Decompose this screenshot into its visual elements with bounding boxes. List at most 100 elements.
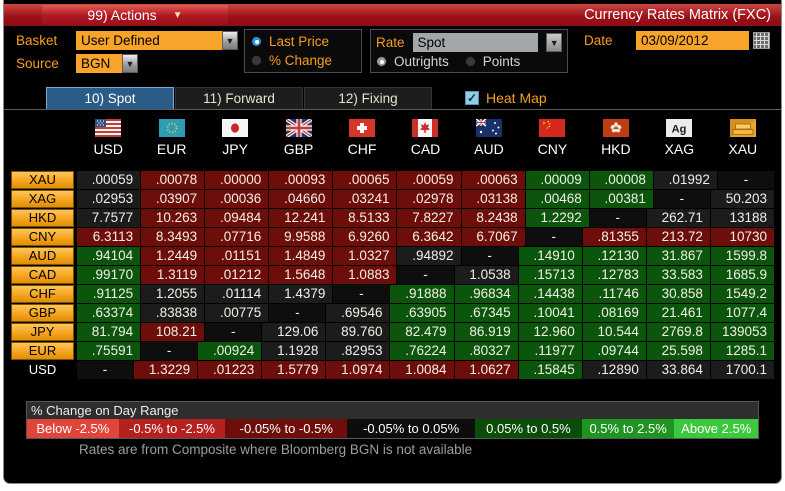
matrix-cell[interactable]: 6.3642 <box>397 228 461 246</box>
matrix-cell[interactable]: .83838 <box>141 304 205 322</box>
matrix-cell[interactable]: .02978 <box>397 190 461 208</box>
matrix-cell[interactable]: .91888 <box>390 285 454 303</box>
matrix-cell[interactable]: .08169 <box>582 304 646 322</box>
row-label-xau[interactable]: XAU <box>11 171 74 189</box>
matrix-cell[interactable]: 10.544 <box>582 323 646 341</box>
matrix-cell[interactable]: .01992 <box>653 171 717 189</box>
matrix-cell[interactable]: .00008 <box>589 171 653 189</box>
matrix-cell[interactable]: .63905 <box>390 304 454 322</box>
row-label-eur[interactable]: EUR <box>11 342 74 360</box>
matrix-cell[interactable]: 1.0627 <box>454 361 518 379</box>
matrix-cell[interactable]: 81.794 <box>77 323 141 341</box>
matrix-cell[interactable]: .09484 <box>205 209 269 227</box>
matrix-cell[interactable]: 1.0974 <box>326 361 390 379</box>
column-header-gbp[interactable]: GBP <box>267 141 329 157</box>
matrix-cell[interactable]: 31.867 <box>646 247 710 265</box>
column-header-chf[interactable]: CHF <box>331 141 393 157</box>
matrix-cell[interactable]: 1.4379 <box>269 285 333 303</box>
matrix-cell[interactable]: 1549.2 <box>710 285 775 303</box>
matrix-cell[interactable]: 6.7067 <box>461 228 525 246</box>
matrix-cell[interactable]: .01212 <box>205 266 269 284</box>
matrix-cell[interactable]: .03907 <box>141 190 205 208</box>
column-header-xau[interactable]: XAU <box>712 141 774 157</box>
radio-percent-change[interactable]: % Change <box>251 53 355 68</box>
matrix-cell[interactable]: 6.9260 <box>333 228 397 246</box>
matrix-cell[interactable]: 213.72 <box>646 228 710 246</box>
matrix-cell[interactable]: .00468 <box>525 190 589 208</box>
source-select[interactable]: BGN <box>76 54 122 73</box>
row-label-cny[interactable]: CNY <box>11 228 74 246</box>
row-label-hkd[interactable]: HKD <box>11 209 74 227</box>
matrix-cell[interactable]: - <box>717 171 775 189</box>
matrix-cell[interactable]: - <box>333 285 390 303</box>
matrix-cell[interactable]: 1599.8 <box>710 247 775 265</box>
matrix-cell[interactable]: - <box>525 228 582 246</box>
tab-spot[interactable]: 10) Spot <box>46 87 174 109</box>
matrix-cell[interactable]: 50.203 <box>710 190 775 208</box>
matrix-cell[interactable]: - <box>589 209 646 227</box>
matrix-cell[interactable]: .12783 <box>582 266 646 284</box>
matrix-cell[interactable]: 9.9588 <box>269 228 333 246</box>
column-header-jpy[interactable]: JPY <box>204 141 266 157</box>
date-input[interactable]: 03/09/2012 <box>636 31 749 50</box>
row-label-chf[interactable]: CHF <box>11 285 74 303</box>
matrix-cell[interactable]: 1.4849 <box>269 247 333 265</box>
matrix-cell[interactable]: 139053 <box>710 323 775 341</box>
row-label-gbp[interactable]: GBP <box>11 304 74 322</box>
column-header-aud[interactable]: AUD <box>458 141 520 157</box>
matrix-cell[interactable]: 33.583 <box>646 266 710 284</box>
matrix-cell[interactable]: - <box>653 190 710 208</box>
radio-last-price[interactable]: Last Price <box>251 34 355 49</box>
heatmap-toggle[interactable]: ✓ Heat Map <box>465 90 547 106</box>
matrix-cell[interactable]: 25.598 <box>646 342 710 360</box>
matrix-cell[interactable]: 12.960 <box>518 323 582 341</box>
matrix-cell[interactable]: 8.5133 <box>333 209 397 227</box>
matrix-cell[interactable]: .00059 <box>397 171 461 189</box>
matrix-cell[interactable]: .01223 <box>198 361 262 379</box>
matrix-cell[interactable]: .94104 <box>77 247 141 265</box>
matrix-cell[interactable]: 1.3229 <box>134 361 198 379</box>
column-header-cad[interactable]: CAD <box>394 141 456 157</box>
matrix-cell[interactable]: .00775 <box>205 304 269 322</box>
matrix-cell[interactable]: 1285.1 <box>710 342 775 360</box>
matrix-cell[interactable]: - <box>141 342 198 360</box>
basket-select[interactable]: User Defined <box>76 31 222 50</box>
matrix-cell[interactable]: 13188 <box>710 209 775 227</box>
matrix-cell[interactable]: .00000 <box>205 171 269 189</box>
matrix-cell[interactable]: .91125 <box>77 285 141 303</box>
matrix-cell[interactable]: - <box>269 304 326 322</box>
matrix-cell[interactable]: .81355 <box>582 228 646 246</box>
matrix-cell[interactable]: 21.461 <box>646 304 710 322</box>
matrix-cell[interactable]: .01151 <box>205 247 269 265</box>
row-label-usd[interactable]: USD <box>11 361 74 379</box>
matrix-cell[interactable]: .00059 <box>77 171 141 189</box>
matrix-cell[interactable]: 262.71 <box>646 209 710 227</box>
matrix-cell[interactable]: - <box>77 361 134 379</box>
basket-dropdown-icon[interactable]: ▼ <box>222 31 238 50</box>
matrix-cell[interactable]: .15845 <box>518 361 582 379</box>
matrix-cell[interactable]: 129.06 <box>262 323 326 341</box>
column-header-cny[interactable]: CNY <box>521 141 583 157</box>
matrix-cell[interactable]: 1.0538 <box>454 266 518 284</box>
matrix-cell[interactable]: .80327 <box>454 342 518 360</box>
matrix-cell[interactable]: .00924 <box>198 342 262 360</box>
matrix-cell[interactable]: 12.241 <box>269 209 333 227</box>
calendar-icon[interactable] <box>753 32 770 49</box>
row-label-jpy[interactable]: JPY <box>11 323 74 341</box>
matrix-cell[interactable]: 30.858 <box>646 285 710 303</box>
column-header-hkd[interactable]: HKD <box>585 141 647 157</box>
matrix-cell[interactable]: .69546 <box>326 304 390 322</box>
row-label-aud[interactable]: AUD <box>11 247 74 265</box>
matrix-cell[interactable]: .00078 <box>141 171 205 189</box>
matrix-cell[interactable]: 10.263 <box>141 209 205 227</box>
matrix-cell[interactable]: .01114 <box>205 285 269 303</box>
matrix-cell[interactable]: .10041 <box>518 304 582 322</box>
matrix-cell[interactable]: .07716 <box>205 228 269 246</box>
matrix-cell[interactable]: .11746 <box>582 285 646 303</box>
matrix-cell[interactable]: 2769.8 <box>646 323 710 341</box>
matrix-cell[interactable]: 1.0883 <box>333 266 397 284</box>
matrix-cell[interactable]: .04660 <box>269 190 333 208</box>
matrix-cell[interactable]: .76224 <box>390 342 454 360</box>
matrix-cell[interactable]: .15713 <box>518 266 582 284</box>
matrix-cell[interactable]: - <box>205 323 262 341</box>
